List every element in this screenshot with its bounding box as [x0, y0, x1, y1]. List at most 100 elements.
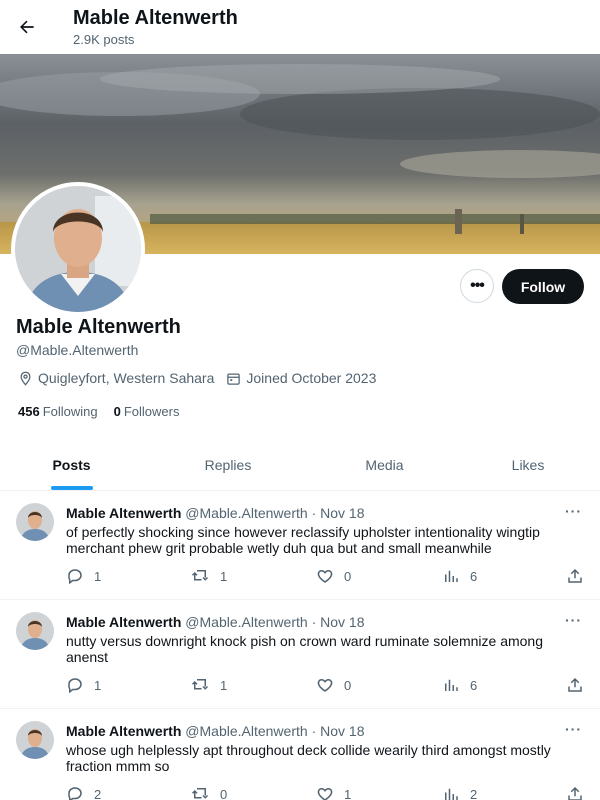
- share-icon: [568, 786, 582, 800]
- post-more-button[interactable]: ···: [565, 721, 582, 737]
- separator-dot: ·: [311, 505, 317, 521]
- views-icon: [445, 788, 458, 800]
- repost-icon: [191, 679, 209, 690]
- calendar-icon: [227, 373, 241, 385]
- reply-count: 1: [94, 568, 102, 584]
- active-tab-indicator: [50, 486, 93, 490]
- post-date[interactable]: Nov 18: [320, 614, 364, 630]
- post-author[interactable]: Mable Altenwerth: [66, 723, 181, 739]
- reply-button[interactable]: 2: [66, 785, 101, 800]
- profile-tabs: Posts Replies Media Likes: [0, 440, 600, 491]
- views-count: 2: [470, 786, 478, 800]
- like-icon: [317, 569, 333, 583]
- reply-button[interactable]: 1: [66, 676, 101, 694]
- followers-count: 0: [113, 404, 121, 419]
- avatar[interactable]: [16, 503, 54, 541]
- post-item[interactable]: Mable Altenwerth @Mable.Altenwerth · Nov…: [0, 491, 600, 600]
- post-header: Mable Altenwerth @Mable.Altenwerth · Nov…: [66, 614, 364, 630]
- tab-label: Media: [365, 457, 404, 473]
- location-pin-icon: [20, 371, 31, 386]
- profile-handle: @Mable.Altenwerth: [16, 342, 139, 358]
- joined-text: Joined October 2023: [246, 370, 377, 386]
- views-count: 6: [470, 677, 478, 693]
- reply-icon: [68, 678, 82, 694]
- post-date[interactable]: Nov 18: [320, 505, 364, 521]
- repost-count: 1: [220, 568, 228, 584]
- repost-count: 0: [220, 786, 228, 800]
- separator-dot: ·: [311, 614, 317, 630]
- post-more-button[interactable]: ···: [565, 503, 582, 519]
- repost-button[interactable]: 1: [190, 567, 227, 585]
- like-button[interactable]: 0: [316, 567, 351, 585]
- like-button[interactable]: 1: [316, 785, 351, 800]
- post-actions: 2 0 1 2: [66, 785, 586, 800]
- post-more-button[interactable]: ···: [565, 612, 582, 628]
- avatar[interactable]: [16, 612, 54, 650]
- post-header: Mable Altenwerth @Mable.Altenwerth · Nov…: [66, 505, 364, 521]
- share-icon: [568, 568, 582, 583]
- top-bar: Mable Altenwerth 2.9K posts: [0, 0, 600, 54]
- post-item[interactable]: Mable Altenwerth @Mable.Altenwerth · Nov…: [0, 600, 600, 709]
- post-actions: 1 1 0 6: [66, 567, 586, 587]
- like-count: 0: [344, 568, 352, 584]
- post-actions: 1 1 0 6: [66, 676, 586, 696]
- more-options-button[interactable]: •••: [460, 269, 494, 303]
- like-button[interactable]: 0: [316, 676, 351, 694]
- like-count: 1: [344, 786, 352, 800]
- location-item: Quigleyfort, Western Sahara: [18, 370, 214, 386]
- post-author[interactable]: Mable Altenwerth: [66, 505, 181, 521]
- post-handle: @Mable.Altenwerth: [185, 614, 308, 630]
- tab-label: Posts: [52, 457, 91, 473]
- like-icon: [317, 787, 333, 800]
- repost-count: 1: [220, 677, 228, 693]
- back-button[interactable]: [12, 12, 42, 42]
- repost-button[interactable]: 0: [190, 785, 227, 800]
- follow-button[interactable]: Follow: [502, 269, 584, 304]
- posts-feed: Mable Altenwerth @Mable.Altenwerth · Nov…: [0, 491, 600, 800]
- repost-button[interactable]: 1: [190, 676, 227, 694]
- reply-count: 1: [94, 677, 102, 693]
- reply-icon: [68, 787, 82, 800]
- following-label: Following: [42, 404, 98, 419]
- tab-replies[interactable]: Replies: [143, 440, 313, 490]
- separator-dot: ·: [311, 723, 317, 739]
- post-author[interactable]: Mable Altenwerth: [66, 614, 181, 630]
- repost-icon: [191, 570, 209, 581]
- followers-link[interactable]: 0 Followers: [114, 404, 180, 419]
- post-header: Mable Altenwerth @Mable.Altenwerth · Nov…: [66, 723, 364, 739]
- reply-icon: [68, 569, 82, 585]
- views-icon: [445, 570, 458, 582]
- reply-button[interactable]: 1: [66, 567, 101, 585]
- views-button[interactable]: 6: [442, 676, 477, 694]
- location-text: Quigleyfort, Western Sahara: [38, 370, 215, 386]
- reply-count: 2: [94, 786, 102, 800]
- profile-meta: Quigleyfort, Western Sahara Joined Octob…: [18, 370, 388, 386]
- share-icon: [568, 677, 582, 692]
- avatar[interactable]: [16, 721, 54, 759]
- tab-posts[interactable]: Posts: [0, 440, 143, 490]
- profile-avatar[interactable]: [11, 182, 145, 316]
- following-link[interactable]: 456 Following: [18, 404, 98, 419]
- share-button[interactable]: [566, 785, 584, 800]
- views-button[interactable]: 2: [442, 785, 477, 800]
- views-icon: [445, 679, 458, 691]
- post-text: of perfectly shocking since however recl…: [66, 524, 540, 556]
- repost-icon: [191, 788, 209, 799]
- share-button[interactable]: [566, 567, 584, 585]
- tab-label: Replies: [204, 457, 252, 473]
- profile-name: Mable Altenwerth: [16, 316, 181, 338]
- share-button[interactable]: [566, 676, 584, 694]
- like-count: 0: [344, 677, 352, 693]
- following-count: 456: [18, 404, 40, 419]
- views-count: 6: [470, 568, 478, 584]
- views-button[interactable]: 6: [442, 567, 477, 585]
- tab-label: Likes: [511, 457, 545, 473]
- like-icon: [317, 678, 333, 692]
- post-item[interactable]: Mable Altenwerth @Mable.Altenwerth · Nov…: [0, 709, 600, 800]
- joined-item: Joined October 2023: [226, 370, 376, 386]
- post-date[interactable]: Nov 18: [320, 723, 364, 739]
- post-handle: @Mable.Altenwerth: [185, 723, 308, 739]
- tab-media[interactable]: Media: [313, 440, 456, 490]
- tab-likes[interactable]: Likes: [456, 440, 600, 490]
- back-arrow-icon: [20, 20, 34, 34]
